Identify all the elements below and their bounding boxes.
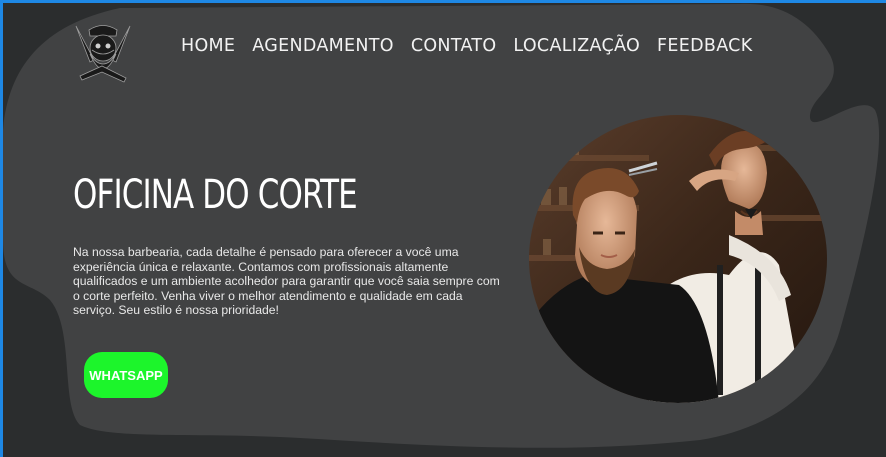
nav-feedback[interactable]: FEEDBACK (657, 36, 752, 56)
hero-description: Na nossa barbearia, cada detalhe é pensa… (73, 245, 500, 317)
nav-agendamento[interactable]: AGENDAMENTO (252, 36, 394, 56)
barber-cutting-hair-photo (529, 115, 827, 403)
nav-localizacao[interactable]: LOCALIZAÇÃO (513, 36, 640, 56)
main-nav: HOME AGENDAMENTO CONTATO LOCALIZAÇÃO FEE… (181, 36, 752, 56)
barber-skull-logo-icon (75, 25, 131, 83)
page-title: OFICINA DO CORTE (73, 172, 358, 218)
nav-contato[interactable]: CONTATO (411, 36, 497, 56)
whatsapp-button[interactable]: WHATSAPP (84, 352, 168, 398)
nav-home[interactable]: HOME (181, 36, 235, 56)
